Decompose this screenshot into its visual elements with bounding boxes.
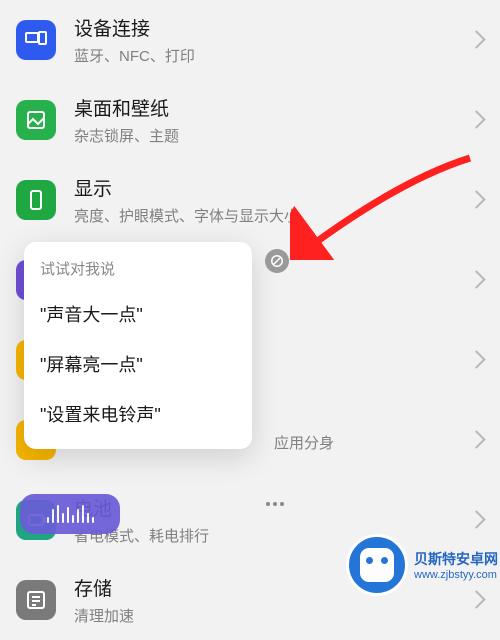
row-subtitle: 蓝牙、NFC、打印 (74, 45, 462, 66)
block-icon (270, 254, 284, 268)
chevron-right-icon (470, 347, 484, 373)
wallpaper-icon (16, 100, 56, 140)
display-icon (16, 180, 56, 220)
row-text: 显示 亮度、护眼模式、字体与显示大小 (74, 174, 462, 226)
popup-header: 试试对我说 (24, 258, 252, 289)
row-title: 桌面和壁纸 (74, 94, 462, 121)
popup-suggestion-brightness[interactable]: "屏幕亮一点" (24, 339, 252, 389)
chevron-right-icon (470, 107, 484, 133)
row-title: 显示 (74, 174, 462, 201)
chevron-right-icon (470, 27, 484, 53)
storage-icon (16, 580, 56, 620)
row-subtitle: 杂志锁屏、主题 (74, 125, 462, 146)
row-text: 桌面和壁纸 杂志锁屏、主题 (74, 94, 462, 146)
row-text: 设备连接 蓝牙、NFC、打印 (74, 14, 462, 66)
row-title: 电池 (74, 494, 462, 521)
popup-suggestion-ringtone[interactable]: "设置来电铃声" (24, 389, 252, 439)
row-subtitle-fragment: 应用分身 (274, 432, 462, 453)
loading-dots-icon (266, 502, 284, 506)
row-display[interactable]: 显示 亮度、护眼模式、字体与显示大小 (0, 160, 500, 240)
chevron-right-icon (470, 507, 484, 533)
chevron-right-icon (470, 427, 484, 453)
watermark: 贝斯特安卓网 www.zjbstyy.com (346, 534, 498, 596)
row-device-connection[interactable]: 设备连接 蓝牙、NFC、打印 (0, 0, 500, 80)
popup-suggestion-volume[interactable]: "声音大一点" (24, 289, 252, 339)
devices-icon (16, 20, 56, 60)
chevron-right-icon (470, 267, 484, 293)
watermark-url: www.zjbstyy.com (414, 569, 498, 581)
voice-assistant-button[interactable] (20, 494, 120, 534)
watermark-text: 贝斯特安卓网 www.zjbstyy.com (414, 549, 498, 581)
watermark-title: 贝斯特安卓网 (414, 549, 498, 569)
row-title: 设备连接 (74, 14, 462, 41)
voice-suggestion-popup: 试试对我说 "声音大一点" "屏幕亮一点" "设置来电铃声" (24, 242, 252, 449)
chevron-right-icon (470, 187, 484, 213)
watermark-logo-icon (346, 534, 408, 596)
row-subtitle: 亮度、护眼模式、字体与显示大小 (74, 205, 462, 226)
row-wallpaper[interactable]: 桌面和壁纸 杂志锁屏、主题 (0, 80, 500, 160)
waveform-icon (47, 505, 94, 523)
row-subtitle: 清理加速 (74, 605, 462, 626)
close-popup-button[interactable] (265, 249, 289, 273)
